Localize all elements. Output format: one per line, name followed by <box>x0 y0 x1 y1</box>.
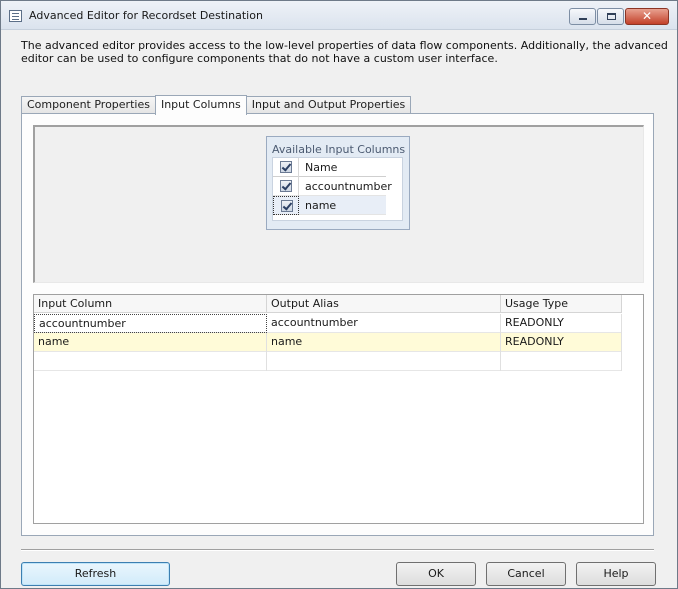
maximize-icon <box>607 13 616 20</box>
ok-button[interactable]: OK <box>396 562 476 586</box>
close-button[interactable]: ✕ <box>625 8 669 25</box>
input-columns-grid: Input Column Output Alias Usage Type acc… <box>33 294 644 524</box>
tab-input-output-properties[interactable]: Input and Output Properties <box>245 96 412 114</box>
footer-divider <box>21 549 654 551</box>
table-row[interactable]: accountnumber accountnumber READONLY <box>34 314 622 333</box>
refresh-button[interactable]: Refresh <box>21 562 170 586</box>
close-icon: ✕ <box>641 9 653 23</box>
available-columns-title: Available Input Columns <box>272 143 406 156</box>
select-all-checkbox[interactable] <box>280 161 292 173</box>
cancel-button[interactable]: Cancel <box>486 562 566 586</box>
input-column-header[interactable]: Input Column <box>34 295 267 313</box>
check-cell <box>273 177 299 196</box>
editor-description: The advanced editor provides access to t… <box>21 39 668 65</box>
input-column-cell[interactable]: accountnumber <box>34 314 267 333</box>
window-title: Advanced Editor for Recordset Destinatio… <box>29 9 263 22</box>
output-alias-cell[interactable]: name <box>267 333 501 352</box>
tab-input-columns[interactable]: Input Columns <box>154 95 247 115</box>
help-button[interactable]: Help <box>576 562 656 586</box>
tab-component-properties[interactable]: Component Properties <box>21 96 156 114</box>
table-row[interactable]: name name READONLY <box>34 333 622 352</box>
minimize-icon <box>579 18 587 20</box>
tab-strip: Component Properties Input Columns Input… <box>21 95 412 115</box>
list-item[interactable]: name <box>273 196 386 215</box>
accountnumber-checkbox[interactable] <box>280 180 292 192</box>
output-alias-header[interactable]: Output Alias <box>267 295 501 313</box>
input-columns-panel: Available Input Columns Name accountnumb… <box>21 113 654 536</box>
input-column-cell[interactable]: name <box>34 333 267 352</box>
minimize-button[interactable] <box>569 8 596 25</box>
list-item[interactable]: accountnumber <box>273 177 392 196</box>
check-cell <box>273 158 299 177</box>
list-item-label: accountnumber <box>305 180 392 193</box>
advanced-editor-window: Advanced Editor for Recordset Destinatio… <box>0 0 678 589</box>
grid-header: Input Column Output Alias Usage Type <box>34 295 622 313</box>
column-mapping-area: Available Input Columns Name accountnumb… <box>33 125 644 283</box>
input-column-cell[interactable] <box>34 352 267 371</box>
usage-type-cell[interactable]: READONLY <box>501 314 622 333</box>
usage-type-cell[interactable]: READONLY <box>501 333 622 352</box>
usage-type-header[interactable]: Usage Type <box>501 295 622 313</box>
output-alias-cell[interactable] <box>267 352 501 371</box>
output-alias-cell[interactable]: accountnumber <box>267 314 501 333</box>
usage-type-cell[interactable] <box>501 352 622 371</box>
new-row[interactable] <box>34 352 622 371</box>
available-input-columns-box: Available Input Columns Name accountnumb… <box>266 136 410 230</box>
available-columns-list: Name accountnumber name <box>272 157 403 221</box>
check-cell <box>273 196 299 215</box>
window-controls: ✕ <box>568 8 669 25</box>
list-item-label: name <box>305 199 337 212</box>
available-columns-header: Name <box>273 158 386 177</box>
title-bar[interactable]: Advanced Editor for Recordset Destinatio… <box>1 1 677 30</box>
name-checkbox[interactable] <box>281 200 293 212</box>
editor-app-icon <box>9 10 22 22</box>
name-column-header: Name <box>305 161 338 174</box>
maximize-button[interactable] <box>597 8 624 25</box>
